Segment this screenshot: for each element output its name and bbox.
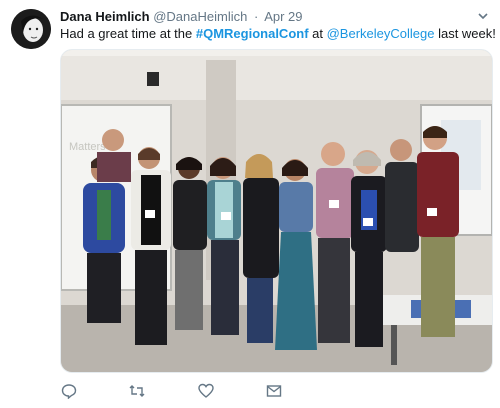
chevron-down-icon[interactable] bbox=[476, 10, 490, 24]
hashtag-link[interactable]: #QMRegionalConf bbox=[196, 26, 309, 41]
svg-text:Matters: Matters bbox=[69, 141, 106, 153]
header-separator: · bbox=[253, 9, 259, 24]
tweet-card[interactable]: Dana Heimlich @DanaHeimlich · Apr 29 Had… bbox=[0, 0, 500, 408]
avatar[interactable] bbox=[11, 9, 51, 49]
reply-icon[interactable] bbox=[60, 382, 78, 400]
tweet-actions bbox=[60, 382, 360, 400]
tweet-photo[interactable]: Matters bbox=[60, 49, 493, 373]
retweet-icon[interactable] bbox=[128, 382, 146, 400]
tweet-text-part: last week! bbox=[434, 26, 496, 41]
group-photo-image: Matters bbox=[61, 50, 492, 372]
tweet-text-part: at bbox=[308, 26, 327, 41]
tweet-text: Had a great time at the #QMRegionalConf … bbox=[60, 26, 496, 42]
tweet-text-part: Had a great time at the bbox=[60, 26, 196, 41]
avatar-portrait-icon bbox=[11, 9, 51, 49]
heart-icon[interactable] bbox=[197, 382, 215, 400]
tweet-header: Dana Heimlich @DanaHeimlich · Apr 29 bbox=[60, 9, 303, 24]
envelope-icon[interactable] bbox=[265, 382, 283, 400]
author-name[interactable]: Dana Heimlich bbox=[60, 9, 150, 24]
tweet-date[interactable]: Apr 29 bbox=[264, 9, 302, 24]
author-handle[interactable]: @DanaHeimlich bbox=[153, 9, 247, 24]
mention-link[interactable]: @BerkeleyCollege bbox=[327, 26, 435, 41]
